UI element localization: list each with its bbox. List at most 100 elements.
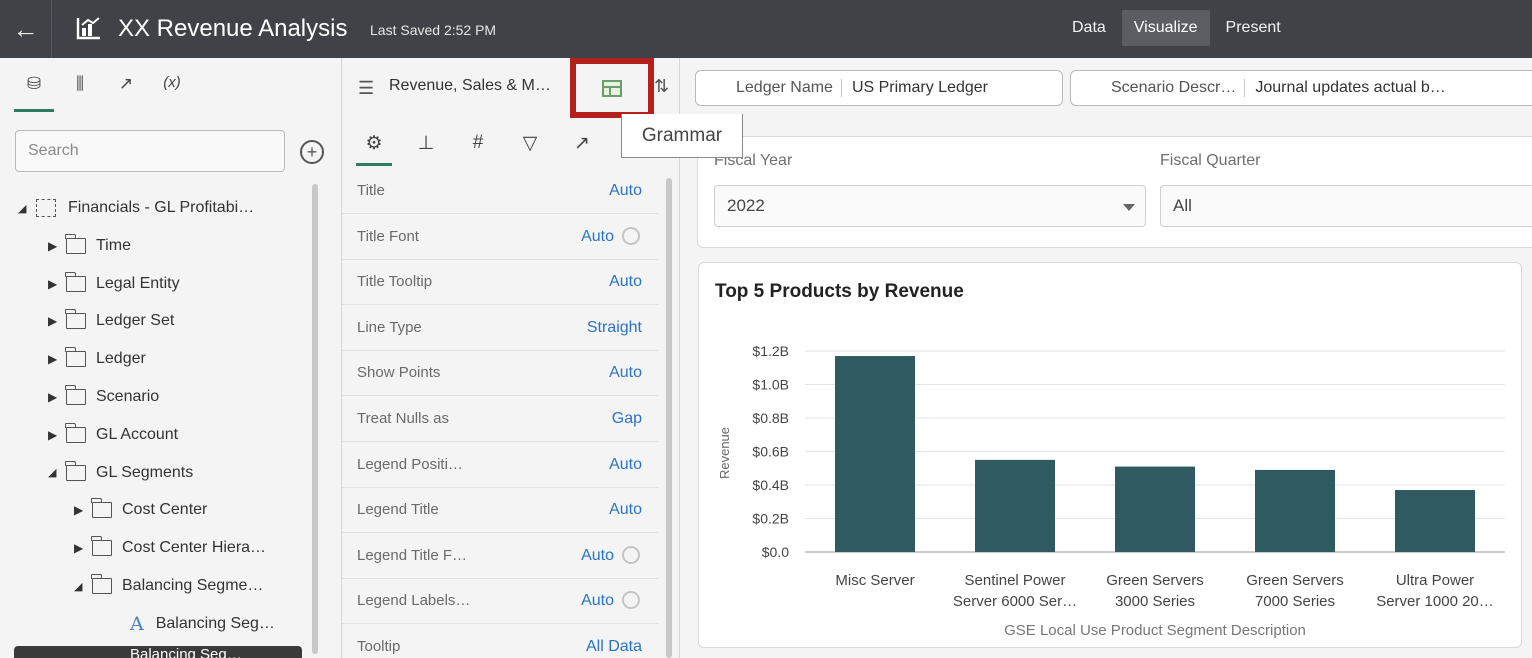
property-label: Title [357,182,385,199]
bar-chart-icon[interactable]: ⫼ [60,72,100,112]
filter-icon[interactable]: ▽ [512,130,548,166]
property-row[interactable]: Legend Title Auto [342,487,658,534]
bar[interactable] [975,459,1055,552]
mode-switcher: Data Visualize Present [1060,10,1293,46]
fiscal-quarter-value: All [1173,196,1192,215]
property-value[interactable]: Auto [609,182,642,200]
property-value[interactable]: Auto [609,456,642,474]
folder-icon [65,347,86,368]
tree-item[interactable]: ▶ Cost Center [74,496,207,524]
hash-icon[interactable]: # [460,130,496,166]
property-row[interactable]: Title Auto [342,168,658,214]
property-row[interactable]: Title Font Auto [342,214,658,260]
filter-chip-scenario[interactable]: Scenario Descr… Journal updates actual b… [1070,70,1532,106]
x-axis-label: GSE Local Use Product Segment Descriptio… [1004,622,1306,639]
property-row[interactable]: Line Type Straight [342,305,658,351]
property-value[interactable]: Auto [609,273,642,291]
property-value[interactable]: Auto [609,501,642,519]
add-data-icon[interactable]: + [300,140,324,164]
tree-item-label: Ledger [96,350,146,368]
sliders-icon[interactable]: ⇅ [654,76,669,97]
tree-item[interactable]: ◢ Balancing Segme… [74,572,263,600]
property-row[interactable]: Legend Positi… Auto [342,442,658,488]
grammar-button[interactable] [570,58,654,118]
properties-scrollbar[interactable] [666,178,672,658]
x-tick-label: 7000 Series [1255,593,1335,610]
property-label: Legend Positi… [357,455,463,473]
property-row[interactable]: Title Tooltip Auto [342,259,658,306]
filter-chip-value: US Primary Ledger [851,79,988,96]
property-value[interactable]: Auto [581,592,614,610]
expression-icon[interactable]: (x) [152,72,192,112]
axis-icon[interactable]: ⊥ [408,130,444,166]
visualization-name[interactable]: Revenue, Sales & M… [389,77,551,95]
data-pane-scrollbar[interactable] [312,184,318,654]
triangle-right-icon[interactable]: ▶ [48,277,66,291]
triangle-right-icon[interactable]: ▶ [74,503,92,517]
property-value[interactable]: Auto [609,364,642,382]
search-input[interactable]: Search [15,130,285,172]
database-icon[interactable]: ⛁ [14,72,54,112]
property-value[interactable]: Straight [587,319,642,337]
triangle-right-icon[interactable]: ▶ [48,390,66,404]
property-value[interactable]: Auto [581,228,614,246]
x-tick-label: Server 6000 Ser… [953,593,1077,610]
triangle-right-icon[interactable]: ▶ [74,541,92,555]
tree-item[interactable]: ▶ GL Account [48,421,178,449]
analytics-icon[interactable]: ↗ [564,130,600,166]
tree-item[interactable]: ◢ GL Segments [48,459,193,487]
bar[interactable] [1115,466,1195,552]
triangle-down-icon[interactable]: ◢ [48,466,66,479]
tree-item[interactable]: ▶ Cost Center Hiera… [74,534,266,562]
tree-item[interactable]: A Balancing Seg… [130,610,275,638]
selected-tree-item[interactable]: Balancing Seg… [14,646,302,658]
bar[interactable] [835,356,915,552]
property-row[interactable]: Legend Labels… Auto [342,578,658,625]
x-tick-label: Misc Server [835,572,914,589]
tree-item[interactable]: ◢ Financials - GL Profitabi… [18,194,254,222]
property-row[interactable]: Tooltip All Data [342,624,658,658]
bar[interactable] [1395,490,1475,552]
folder-icon [91,498,112,519]
tree-item[interactable]: ▶ Scenario [48,383,159,411]
filter-chip-ledger-name[interactable]: Ledger Name US Primary Ledger [695,70,1063,106]
property-value[interactable]: Auto [581,547,614,565]
reset-icon[interactable] [622,226,640,245]
triangle-right-icon[interactable]: ▶ [48,314,66,328]
gear-icon[interactable]: ⚙ [356,130,392,166]
folder-icon [65,271,86,292]
property-row[interactable]: Treat Nulls as Gap [342,396,658,442]
mode-tab-data[interactable]: Data [1060,10,1118,46]
property-row[interactable]: Show Points Auto [342,350,658,397]
tree-item[interactable]: ▶ Ledger Set [48,307,174,335]
x-tick-label: Green Servers [1106,572,1204,589]
triangle-right-icon[interactable]: ▶ [48,239,66,253]
property-value[interactable]: Gap [612,410,642,428]
tree-item[interactable]: ▶ Ledger [48,345,146,373]
tree-item-label: GL Segments [96,463,194,481]
tree-item-label: Ledger Set [96,312,175,330]
arrow-left-icon[interactable]: ← [0,0,52,58]
chart-card[interactable]: Top 5 Products by Revenue $0.0 $0.2B $0.4B… [698,262,1522,648]
triangle-right-icon[interactable]: ▶ [48,428,66,442]
fiscal-quarter-select[interactable]: All [1160,185,1532,227]
mode-tab-visualize[interactable]: Visualize [1121,10,1210,46]
tree-item[interactable]: ▶ Legal Entity [48,270,180,298]
folder-icon [65,385,86,405]
selected-tree-item-label: Balancing Seg… [130,646,242,658]
x-tick-label: 3000 Series [1115,593,1195,610]
bar[interactable] [1255,469,1335,552]
trend-icon[interactable]: ↗ [106,72,146,112]
fiscal-year-select[interactable]: 2022 [714,185,1146,227]
reset-icon[interactable] [622,591,640,610]
mode-tab-present[interactable]: Present [1214,10,1293,46]
tree-item[interactable]: ▶ Time [48,232,131,260]
property-label: Tooltip [357,638,401,655]
reset-icon[interactable] [622,545,640,564]
property-value[interactable]: All Data [586,638,642,656]
triangle-right-icon[interactable]: ▶ [48,352,66,366]
fiscal-year-value: 2022 [727,196,765,215]
property-row[interactable]: Legend Title F… Auto [342,533,658,579]
triangle-down-icon[interactable]: ◢ [74,580,92,593]
triangle-down-icon[interactable]: ◢ [18,202,36,215]
